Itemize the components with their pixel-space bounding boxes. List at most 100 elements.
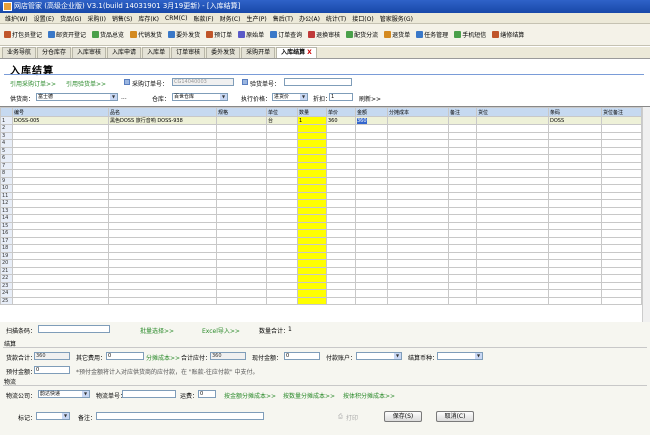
table-cell[interactable] [601, 191, 642, 200]
column-header[interactable]: 品名 [108, 107, 217, 117]
table-cell[interactable] [448, 259, 477, 268]
table-cell[interactable] [387, 281, 449, 290]
tab-item[interactable]: 订单审核 [171, 47, 206, 58]
table-cell[interactable] [601, 251, 642, 260]
tracking-field[interactable] [122, 390, 176, 398]
warehouse-select[interactable]: 百世仓库 [172, 93, 228, 101]
menu-item[interactable]: 管家服务(G) [377, 14, 416, 23]
table-cell[interactable] [326, 229, 356, 238]
table-cell[interactable] [266, 266, 298, 275]
table-cell[interactable] [448, 169, 477, 178]
table-cell[interactable] [387, 251, 449, 260]
table-cell[interactable] [297, 274, 327, 283]
scan-barcode-field[interactable] [38, 325, 110, 333]
table-cell[interactable] [476, 259, 549, 268]
table-cell[interactable] [12, 161, 109, 170]
supplier-browse-button[interactable]: ... [121, 94, 127, 101]
table-cell[interactable] [448, 154, 477, 163]
batch-select-link[interactable]: 批量选择>> [140, 326, 174, 335]
column-header[interactable]: 规格 [216, 107, 267, 117]
table-cell[interactable] [108, 281, 217, 290]
table-cell[interactable] [216, 139, 267, 148]
column-header[interactable]: 分摊成本 [387, 107, 449, 117]
table-cell[interactable] [448, 266, 477, 275]
column-header[interactable]: 单价 [326, 107, 356, 117]
table-cell[interactable] [355, 214, 388, 223]
table-row[interactable]: 21 [0, 266, 642, 275]
table-cell[interactable] [297, 199, 327, 208]
table-cell[interactable] [297, 244, 327, 253]
table-cell[interactable] [476, 169, 549, 178]
table-cell[interactable] [448, 146, 477, 155]
allocate-cost-link[interactable]: 分摊成本>> [146, 353, 180, 362]
table-row[interactable]: 20 [0, 259, 642, 268]
table-row[interactable]: 9 [0, 176, 642, 185]
table-row[interactable]: 24 [0, 289, 642, 298]
table-cell[interactable] [476, 229, 549, 238]
table-cell[interactable] [387, 229, 449, 238]
grid-scrollbar[interactable] [642, 107, 650, 323]
table-cell[interactable] [355, 206, 388, 215]
table-cell[interactable] [266, 191, 298, 200]
table-cell[interactable] [476, 139, 549, 148]
table-cell[interactable] [476, 116, 549, 125]
table-cell[interactable] [387, 146, 449, 155]
table-cell[interactable] [216, 191, 267, 200]
table-row[interactable]: 25 [0, 296, 642, 305]
table-cell[interactable] [216, 176, 267, 185]
save-button[interactable]: 保存(S) [384, 411, 422, 422]
table-row[interactable]: 8 [0, 169, 642, 178]
table-cell[interactable] [601, 139, 642, 148]
table-cell[interactable] [108, 229, 217, 238]
toolbar-button[interactable]: 代销发货 [130, 30, 162, 39]
table-cell[interactable] [387, 169, 449, 178]
table-cell[interactable] [355, 146, 388, 155]
table-cell[interactable] [476, 221, 549, 230]
table-cell[interactable] [601, 221, 642, 230]
table-cell[interactable] [108, 131, 217, 140]
table-cell[interactable] [108, 154, 217, 163]
table-cell[interactable] [297, 281, 327, 290]
pre-amount-field[interactable]: 0 [34, 366, 70, 374]
table-cell[interactable] [12, 244, 109, 253]
table-cell[interactable] [108, 176, 217, 185]
other-fee-field[interactable]: 0 [106, 352, 144, 360]
table-cell[interactable] [326, 236, 356, 245]
table-cell[interactable] [476, 251, 549, 260]
table-cell[interactable] [448, 191, 477, 200]
table-cell[interactable] [266, 139, 298, 148]
table-cell[interactable] [476, 199, 549, 208]
table-cell[interactable] [387, 161, 449, 170]
toolbar-button[interactable]: 退换审核 [308, 30, 340, 39]
table-row[interactable]: 5 [0, 146, 642, 155]
table-cell[interactable] [297, 139, 327, 148]
toolbar-button[interactable]: 订单查询 [270, 30, 302, 39]
toolbar-button[interactable]: 配货分流 [346, 30, 378, 39]
table-cell[interactable] [448, 236, 477, 245]
table-cell[interactable] [266, 244, 298, 253]
table-cell[interactable] [601, 206, 642, 215]
table-cell[interactable] [266, 124, 298, 133]
table-cell[interactable] [297, 124, 327, 133]
table-cell[interactable] [326, 259, 356, 268]
menu-item[interactable]: 财务(C) [217, 14, 244, 23]
table-cell[interactable] [216, 131, 267, 140]
table-cell[interactable] [108, 199, 217, 208]
table-cell[interactable] [326, 124, 356, 133]
table-cell[interactable] [297, 229, 327, 238]
table-cell[interactable] [297, 146, 327, 155]
table-row[interactable]: 15 [0, 221, 642, 230]
table-cell[interactable] [326, 146, 356, 155]
table-cell[interactable] [266, 259, 298, 268]
column-header[interactable]: 备注 [448, 107, 477, 117]
menu-item[interactable]: 售后(T) [270, 14, 296, 23]
ref-po-link[interactable]: 引用采购订单>> [10, 79, 56, 88]
table-cell[interactable] [108, 214, 217, 223]
table-cell[interactable] [387, 154, 449, 163]
table-row[interactable]: 18 [0, 244, 642, 253]
table-cell[interactable] [266, 169, 298, 178]
allocate-by-qty-link[interactable]: 按数量分摊成本>> [283, 391, 335, 400]
table-cell[interactable] [387, 266, 449, 275]
table-cell[interactable] [548, 154, 602, 163]
table-cell[interactable] [266, 146, 298, 155]
